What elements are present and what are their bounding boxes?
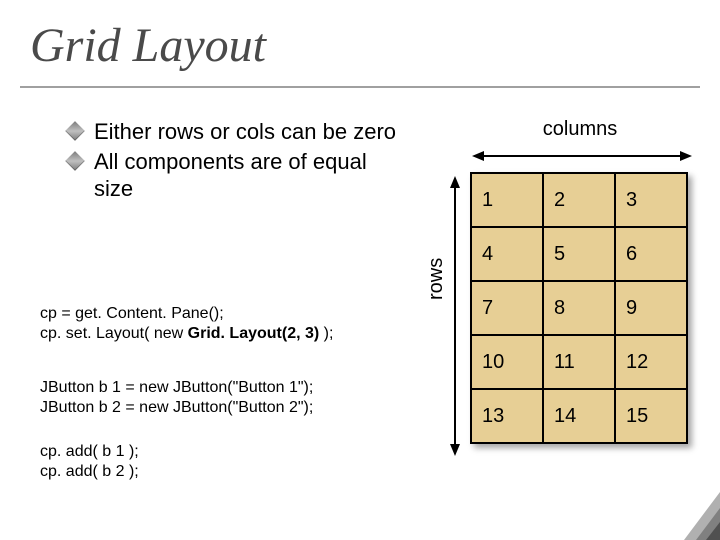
grid-cell: 14 [543,389,615,443]
code-line: JButton b 2 = new JButton("Button 2"); [40,398,380,418]
slide: Grid Layout Either rows or cols can be z… [0,0,720,540]
code-text: cp. set. Layout( new [40,325,188,342]
grid-cell: 6 [615,227,687,281]
bullet-item: Either rows or cols can be zero [68,118,398,146]
code-block-2: JButton b 1 = new JButton("Button 1"); J… [40,378,380,418]
grid-cell: 9 [615,281,687,335]
table-row: 10 11 12 [471,335,687,389]
columns-label: columns [480,118,680,141]
code-bold: Grid. Layout(2, 3) [188,325,320,342]
bullet-text: All components are of equal size [94,149,367,202]
grid-cell: 11 [543,335,615,389]
bullet-item: All components are of equal size [68,148,398,203]
table-row: 1 2 3 [471,173,687,227]
diamond-bullet-icon [65,121,85,141]
code-line: cp = get. Content. Pane(); [40,304,380,324]
grid-cell: 7 [471,281,543,335]
code-text: ); [319,325,333,342]
grid-cell: 4 [471,227,543,281]
corner-accent-icon [650,492,720,540]
grid-cell: 1 [471,173,543,227]
code-block-3: cp. add( b 1 ); cp. add( b 2 ); [40,442,380,482]
table-row: 4 5 6 [471,227,687,281]
code-line: cp. set. Layout( new Grid. Layout(2, 3) … [40,324,380,344]
grid-cell: 2 [543,173,615,227]
grid-cell: 12 [615,335,687,389]
code-line: cp. add( b 2 ); [40,462,380,482]
grid-cell: 15 [615,389,687,443]
bullet-text: Either rows or cols can be zero [94,119,396,144]
grid-example-table: 1 2 3 4 5 6 7 8 9 10 11 12 13 14 15 [470,172,688,444]
code-block-1: cp = get. Content. Pane(); cp. set. Layo… [40,304,380,344]
table-row: 13 14 15 [471,389,687,443]
columns-arrow-icon [472,146,692,166]
grid-cell: 10 [471,335,543,389]
diamond-bullet-icon [65,151,85,171]
table-row: 7 8 9 [471,281,687,335]
grid-cell: 5 [543,227,615,281]
code-line: cp. add( b 1 ); [40,442,380,462]
grid-cell: 8 [543,281,615,335]
title-underline [20,86,700,88]
slide-title: Grid Layout [30,18,266,73]
rows-arrow-icon [445,176,465,456]
grid-cell: 3 [615,173,687,227]
code-line: JButton b 1 = new JButton("Button 1"); [40,378,380,398]
grid-cell: 13 [471,389,543,443]
bullet-list: Either rows or cols can be zero All comp… [68,118,398,205]
